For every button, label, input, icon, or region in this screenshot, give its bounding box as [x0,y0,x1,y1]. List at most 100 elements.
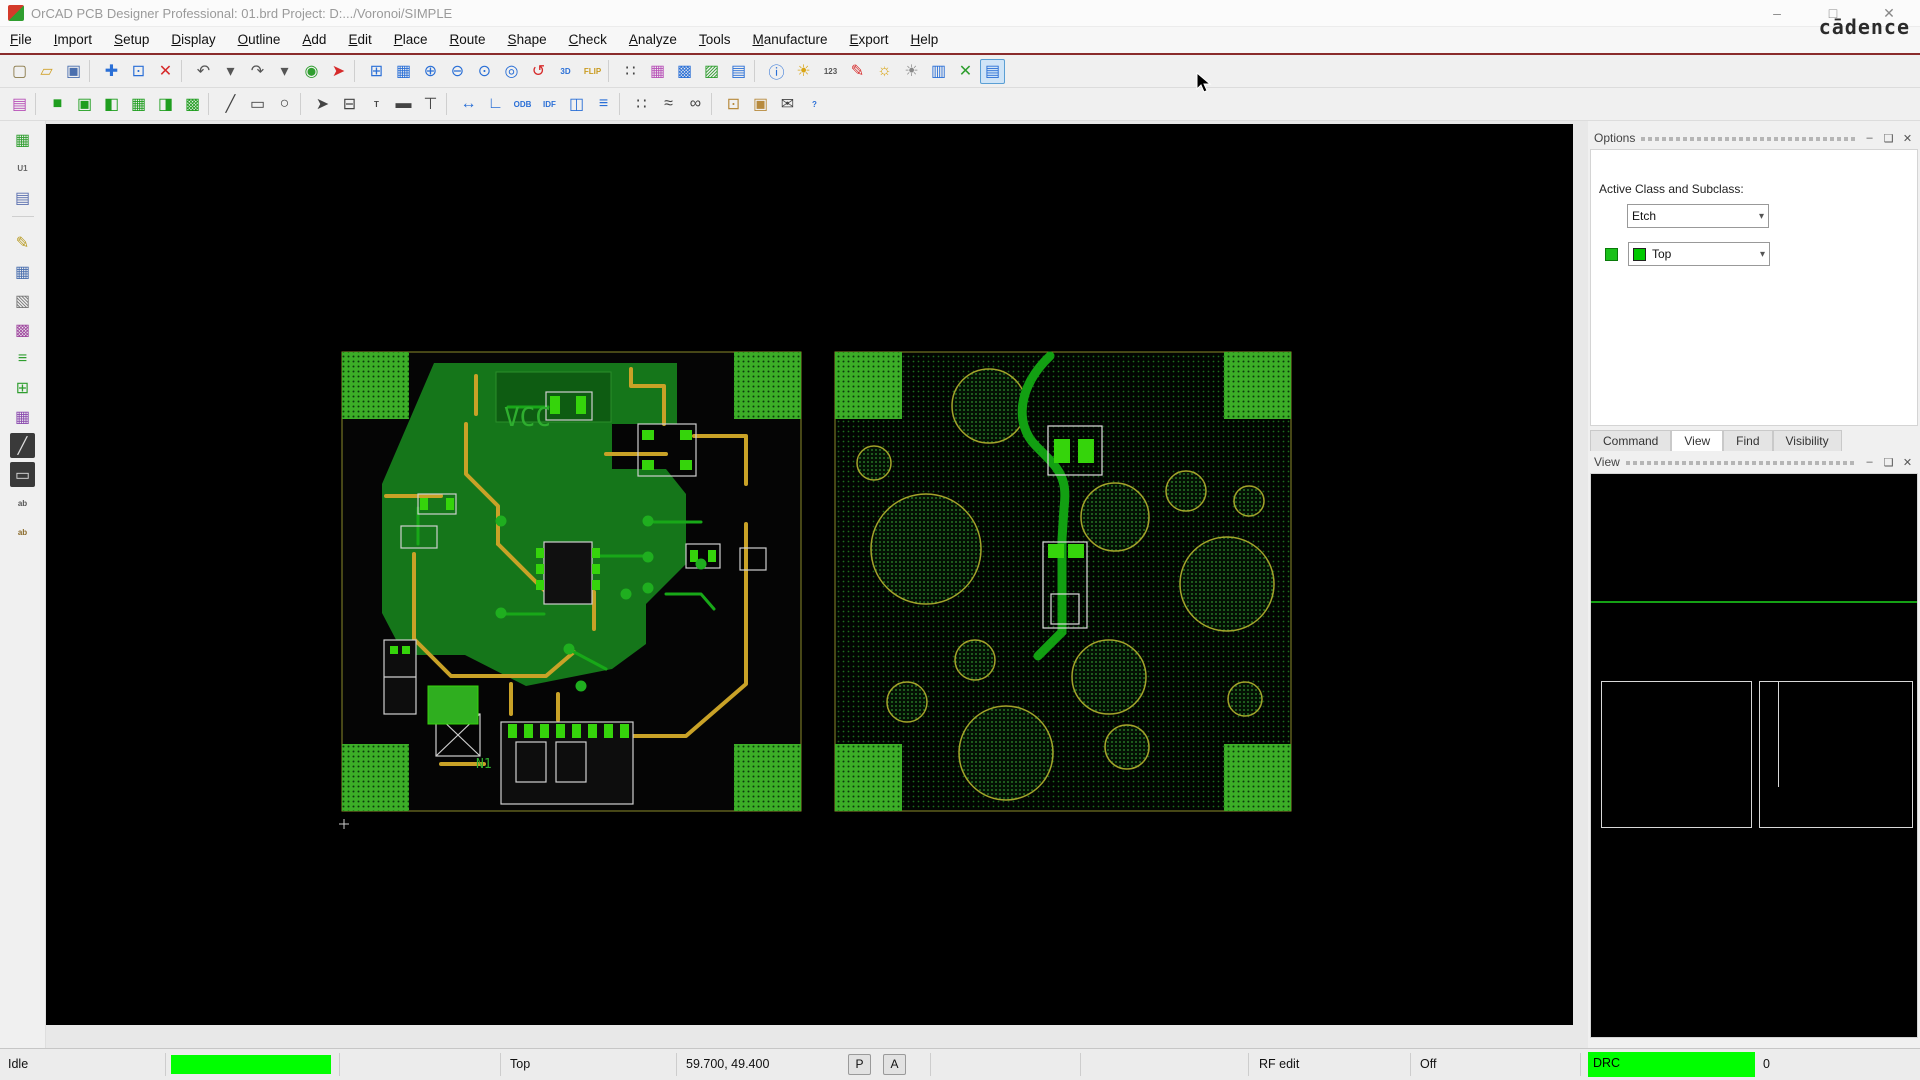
film-records-icon[interactable]: ▤ [10,185,35,210]
cross-section-icon[interactable]: ≡ [591,92,616,117]
view-3d-icon[interactable]: 3D [553,59,578,84]
menu-add[interactable]: Add [302,32,326,47]
color-brush-icon[interactable]: ✎ [845,59,870,84]
view-float-icon[interactable]: ❑ [1882,456,1895,469]
subclass-dropdown[interactable]: Top ▾ [1628,242,1770,266]
preview-outline-left[interactable] [1601,681,1752,828]
menu-help[interactable]: Help [911,32,939,47]
zoom-fit-icon[interactable]: ◎ [499,59,524,84]
shape-merge-icon[interactable]: ▦ [126,92,151,117]
undo-menu-icon[interactable]: ▾ [218,59,243,84]
view-minimize-icon[interactable]: – [1863,456,1876,468]
copy-icon[interactable]: ⊡ [126,59,151,84]
view-close-icon[interactable]: ✕ [1901,456,1914,469]
add-line-icon[interactable]: ╱ [218,92,243,117]
layout-grid-icon[interactable]: ▦ [10,259,35,284]
shape-edit-boundary-icon[interactable]: ◧ [99,92,124,117]
grid-toggle-icon[interactable]: ⊞ [364,59,389,84]
tack-glue-icon[interactable]: ⊤ [418,92,443,117]
grid-setup-icon[interactable]: ▦ [391,59,416,84]
bundle-icon[interactable]: ∞ [683,92,708,117]
zoom-world-icon[interactable]: ↺ [526,59,551,84]
shape-select-icon[interactable]: ◨ [153,92,178,117]
show-measure-icon[interactable]: ☀ [791,59,816,84]
panel-drag-handle[interactable] [1626,461,1857,465]
save-drawing-icon[interactable]: ▣ [61,59,86,84]
view-preview[interactable] [1590,473,1918,1038]
menu-display[interactable]: Display [171,32,215,47]
tab-view[interactable]: View [1671,430,1723,451]
menu-tools[interactable]: Tools [699,32,731,47]
flip-design-icon[interactable]: FLIP [580,59,605,84]
dehighlight-123-icon[interactable]: 123 [818,59,843,84]
menu-setup[interactable]: Setup [114,32,149,47]
paste-format-icon[interactable]: ▣ [748,92,773,117]
add-slot-icon[interactable]: ⊟ [337,92,362,117]
tab-visibility[interactable]: Visibility [1773,430,1842,451]
add-circle-icon[interactable]: ○ [272,92,297,117]
tab-find[interactable]: Find [1723,430,1772,451]
dimension-icon[interactable]: ∟ [483,92,508,117]
menu-manufacture[interactable]: Manufacture [752,32,827,47]
add-rect-icon[interactable]: ▭ [245,92,270,117]
menu-import[interactable]: Import [54,32,92,47]
color-stack-icon[interactable]: ▤ [7,92,32,117]
move-icon[interactable]: ✚ [99,59,124,84]
menu-shape[interactable]: Shape [508,32,547,47]
pcb-drawing[interactable]: VCC N1 [46,124,1573,1025]
delete-icon[interactable]: ✕ [153,59,178,84]
open-boards-icon[interactable]: ▦ [10,127,35,152]
color-dialog-icon[interactable]: ▦ [645,59,670,84]
menu-place[interactable]: Place [394,32,428,47]
subclass-visibility-checkbox[interactable] [1605,248,1618,261]
pick-mode-button[interactable]: P [848,1054,871,1075]
unplace-symbol-icon[interactable]: ▧ [10,288,35,313]
filled-pad-display-icon[interactable]: ▨ [699,59,724,84]
minimize-button[interactable]: – [1768,5,1786,22]
menu-export[interactable]: Export [850,32,889,47]
net-schedule-icon[interactable]: ∷ [629,92,654,117]
options-minimize-icon[interactable]: – [1863,132,1876,144]
menu-analyze[interactable]: Analyze [629,32,677,47]
add-line-tool-icon[interactable]: ╱ [10,433,35,458]
show-element-icon[interactable]: ⓘ [764,59,789,84]
shape-add-solid-icon[interactable]: ■ [45,92,70,117]
panel-drag-handle[interactable] [1641,137,1857,141]
highlight-icon[interactable]: ◉ [299,59,324,84]
add-text-icon[interactable]: T [364,92,389,117]
application-mode-button[interactable]: A [883,1054,906,1075]
class-dropdown[interactable]: Etch ▾ [1627,204,1769,228]
text-tool-icon[interactable]: ab [10,520,35,545]
shape-delete-island-icon[interactable]: ▩ [180,92,205,117]
constraint-grid-icon[interactable]: ▦ [10,404,35,429]
copy-format-icon[interactable]: ⊡ [721,92,746,117]
measure-icon[interactable]: ↔ [456,92,481,117]
design-canvas[interactable]: VCC N1 [46,124,1573,1025]
redo-icon[interactable]: ↷ [245,59,270,84]
new-drawing-icon[interactable]: ▢ [7,59,32,84]
shine-mode-icon[interactable]: ☼ [872,59,897,84]
board-right[interactable] [835,352,1291,811]
zoom-points-icon[interactable]: ⊙ [472,59,497,84]
options-close-icon[interactable]: ✕ [1901,132,1914,145]
label-abc-icon[interactable]: ab [10,491,35,516]
redo-menu-icon[interactable]: ▾ [272,59,297,84]
shape-add-void-icon[interactable]: ▣ [72,92,97,117]
options-float-icon[interactable]: ❑ [1882,132,1895,145]
route-grid-icon[interactable]: ⊞ [10,375,35,400]
add-rect-tool-icon[interactable]: ▭ [10,462,35,487]
zoom-out-icon[interactable]: ⊖ [445,59,470,84]
place-symbol-icon[interactable]: U1 [10,156,35,181]
menu-check[interactable]: Check [569,32,607,47]
etch-pencil-icon[interactable]: ✎ [10,230,35,255]
pad-display-icon[interactable]: ▩ [672,59,697,84]
undo-icon[interactable]: ↶ [191,59,216,84]
help-icon[interactable]: ? [802,92,827,117]
board-left[interactable]: VCC N1 [342,352,801,811]
menu-file[interactable]: File [10,32,32,47]
datatip-toggle-icon[interactable]: ▤ [980,59,1005,84]
menu-route[interactable]: Route [450,32,486,47]
add-filled-rect-icon[interactable]: ▬ [391,92,416,117]
color-priority-icon[interactable]: ▩ [10,317,35,342]
odb-export-icon[interactable]: ODB [510,92,535,117]
